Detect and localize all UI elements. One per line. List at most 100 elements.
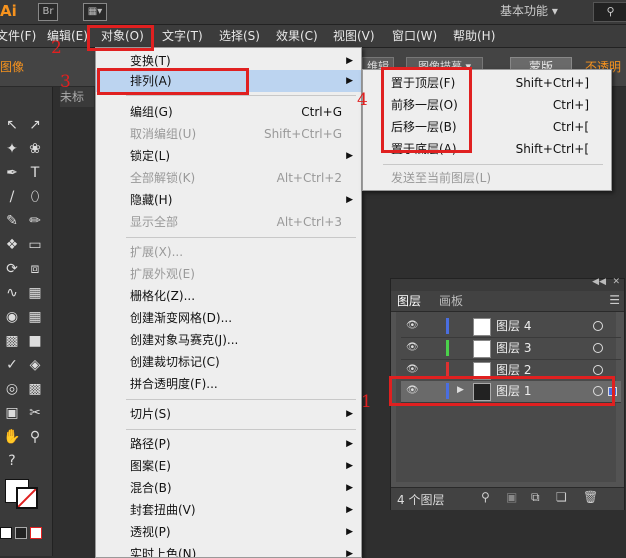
close-panel-icon[interactable]: ✕ [612,277,620,287]
menu-item-group[interactable]: 编组(G) Ctrl+G [96,101,361,123]
scale-tool-icon[interactable]: ⧈ [25,259,45,279]
menu-item-object-mosaic[interactable]: 创建对象马赛克(J)... [96,329,361,351]
locate-object-icon[interactable]: ⚲ [481,490,490,504]
eye-icon[interactable]: 👁 [406,342,420,354]
gradient-tool-icon[interactable]: ■ [25,331,45,351]
target-icon[interactable] [593,321,603,331]
layer-row[interactable]: 👁 图层 3 [401,338,621,360]
annotation-number: 4 [357,90,368,110]
collapse-icon[interactable]: ◀◀ [592,277,606,287]
ellipse-tool-icon[interactable]: ⬯ [25,187,45,207]
layer-color-bar [446,318,449,334]
submenu-arrow-icon: ▶ [346,505,353,515]
annotation-box-arrange [97,68,249,95]
tab-layers[interactable]: 图层 [397,291,421,311]
search-icon[interactable]: ⚲ [593,2,626,22]
menu-select[interactable]: 选择(S) [219,25,260,47]
free-transform-icon[interactable]: ▦ [25,283,45,303]
delete-layer-icon[interactable]: 🗑 [583,490,598,504]
submenu-arrow-icon: ▶ [346,527,353,537]
annotation-box-layer-1 [389,376,615,406]
none-mode-icon[interactable] [30,527,42,539]
menu-type[interactable]: 文字(T) [162,25,203,47]
menu-separator [126,95,356,96]
eye-icon[interactable]: 👁 [406,364,420,376]
symbol-sprayer-icon[interactable]: ◎ [2,379,22,399]
rotate-tool-icon[interactable]: ⟳ [2,259,22,279]
lasso-icon[interactable]: ❀ [25,139,45,159]
brush-tool-icon[interactable]: ✎ [2,211,22,231]
layers-footer: 4 个图层 ⚲ ▣ ⧉ ❏ 🗑 [391,487,624,510]
submenu-arrow-icon: ▶ [346,439,353,449]
shape-builder-icon[interactable]: ◉ [2,307,22,327]
menu-item-live-paint[interactable]: 实时上色(N) ▶ [96,543,361,557]
artboard-tool-icon[interactable]: ▣ [2,403,22,423]
magic-wand-icon[interactable]: ✦ [2,139,22,159]
new-sublayer-icon[interactable]: ⧉ [531,490,540,505]
target-icon[interactable] [593,343,603,353]
menu-file[interactable]: 文件(F) [0,25,36,47]
menu-item-hide[interactable]: 隐藏(H) ▶ [96,189,361,211]
clipping-mask-icon[interactable]: ▣ [506,490,517,504]
blob-brush-icon[interactable]: ❖ [2,235,22,255]
warp-tool-icon[interactable]: ∿ [2,283,22,303]
menu-item-unlock-all: 全部解锁(K) Alt+Ctrl+2 [130,171,342,185]
mesh-tool-icon[interactable]: ▩ [2,331,22,351]
menu-item-blend[interactable]: 混合(B) ▶ [96,477,361,499]
layer-color-bar [446,340,449,356]
workspace-switcher[interactable]: 基本功能 ▾ [500,0,580,22]
new-layer-icon[interactable]: ❏ [556,490,567,504]
menu-item-envelope-distort[interactable]: 封套扭曲(V) ▶ [96,499,361,521]
blend-tool-icon[interactable]: ◈ [25,355,45,375]
menu-item-send-to-current-layer: 发送至当前图层(L) [391,171,492,185]
pen-tool-icon[interactable]: ✒ [2,163,22,183]
target-icon[interactable] [593,365,603,375]
menu-item-gradient-mesh[interactable]: 创建渐变网格(D)... [96,307,361,329]
menu-effect[interactable]: 效果(C) [276,25,318,47]
submenu-arrow-icon: ▶ [346,461,353,471]
menu-help[interactable]: 帮助(H) [453,25,495,47]
layer-count: 4 个图层 [397,493,445,507]
selection-tool-icon[interactable]: ↖ [2,115,22,135]
slice-tool-icon[interactable]: ✂ [25,403,45,423]
menu-item-rasterize[interactable]: 栅格化(Z)... [96,285,361,307]
submenu-arrow-icon: ▶ [346,483,353,493]
menu-item-flatten-transparency[interactable]: 拼合透明度(F)... [96,373,361,395]
layer-thumbnail [473,318,491,336]
menu-item-path[interactable]: 路径(P) ▶ [96,433,361,455]
help-icon[interactable]: ? [2,451,22,471]
eraser-tool-icon[interactable]: ▭ [25,235,45,255]
layer-row[interactable]: 👁 图层 4 [401,316,621,338]
menu-view[interactable]: 视图(V) [333,25,375,47]
menu-window[interactable]: 窗口(W) [392,25,437,47]
menu-item-expand: 扩展(X)... [130,245,184,259]
menu-item-crop-marks[interactable]: 创建裁切标记(C) [96,351,361,373]
direct-selection-icon[interactable]: ↗ [25,115,45,135]
layer-thumbnail [473,340,491,358]
eye-icon[interactable]: 👁 [406,320,420,332]
graph-tool-icon[interactable]: ▩ [25,379,45,399]
eyedropper-icon[interactable]: ✓ [2,355,22,375]
menu-separator [126,237,356,238]
hand-tool-icon[interactable]: ✋ [2,427,22,447]
color-mode-icon[interactable] [0,527,12,539]
menu-item-slice[interactable]: 切片(S) ▶ [96,403,361,425]
menu-item-pattern[interactable]: 图案(E) ▶ [96,455,361,477]
menu-item-lock[interactable]: 锁定(L) ▶ [96,145,361,167]
panel-menu-icon[interactable]: ☰ [609,293,620,307]
line-tool-icon[interactable]: / [2,187,22,207]
zoom-tool-icon[interactable]: ⚲ [25,427,45,447]
menu-item-perspective[interactable]: 透视(P) ▶ [96,521,361,543]
annotation-box-arrange-options [381,67,472,153]
stroke-swatch[interactable] [16,487,38,509]
gradient-mode-icon[interactable] [15,527,27,539]
type-tool-icon[interactable]: T [25,163,45,183]
tab-artboards[interactable]: 画板 [439,291,463,311]
perspective-grid-icon[interactable]: ▦ [25,307,45,327]
pencil-tool-icon[interactable]: ✏ [25,211,45,231]
arrange-documents-button[interactable]: ▦▾ [83,3,107,21]
app-title-bar: Ai Br ▦▾ 基本功能 ▾ ⚲ [0,0,626,25]
bridge-button[interactable]: Br [38,3,58,21]
submenu-arrow-icon: ▶ [346,549,353,557]
menu-item-expand-appearance: 扩展外观(E) [130,267,195,281]
